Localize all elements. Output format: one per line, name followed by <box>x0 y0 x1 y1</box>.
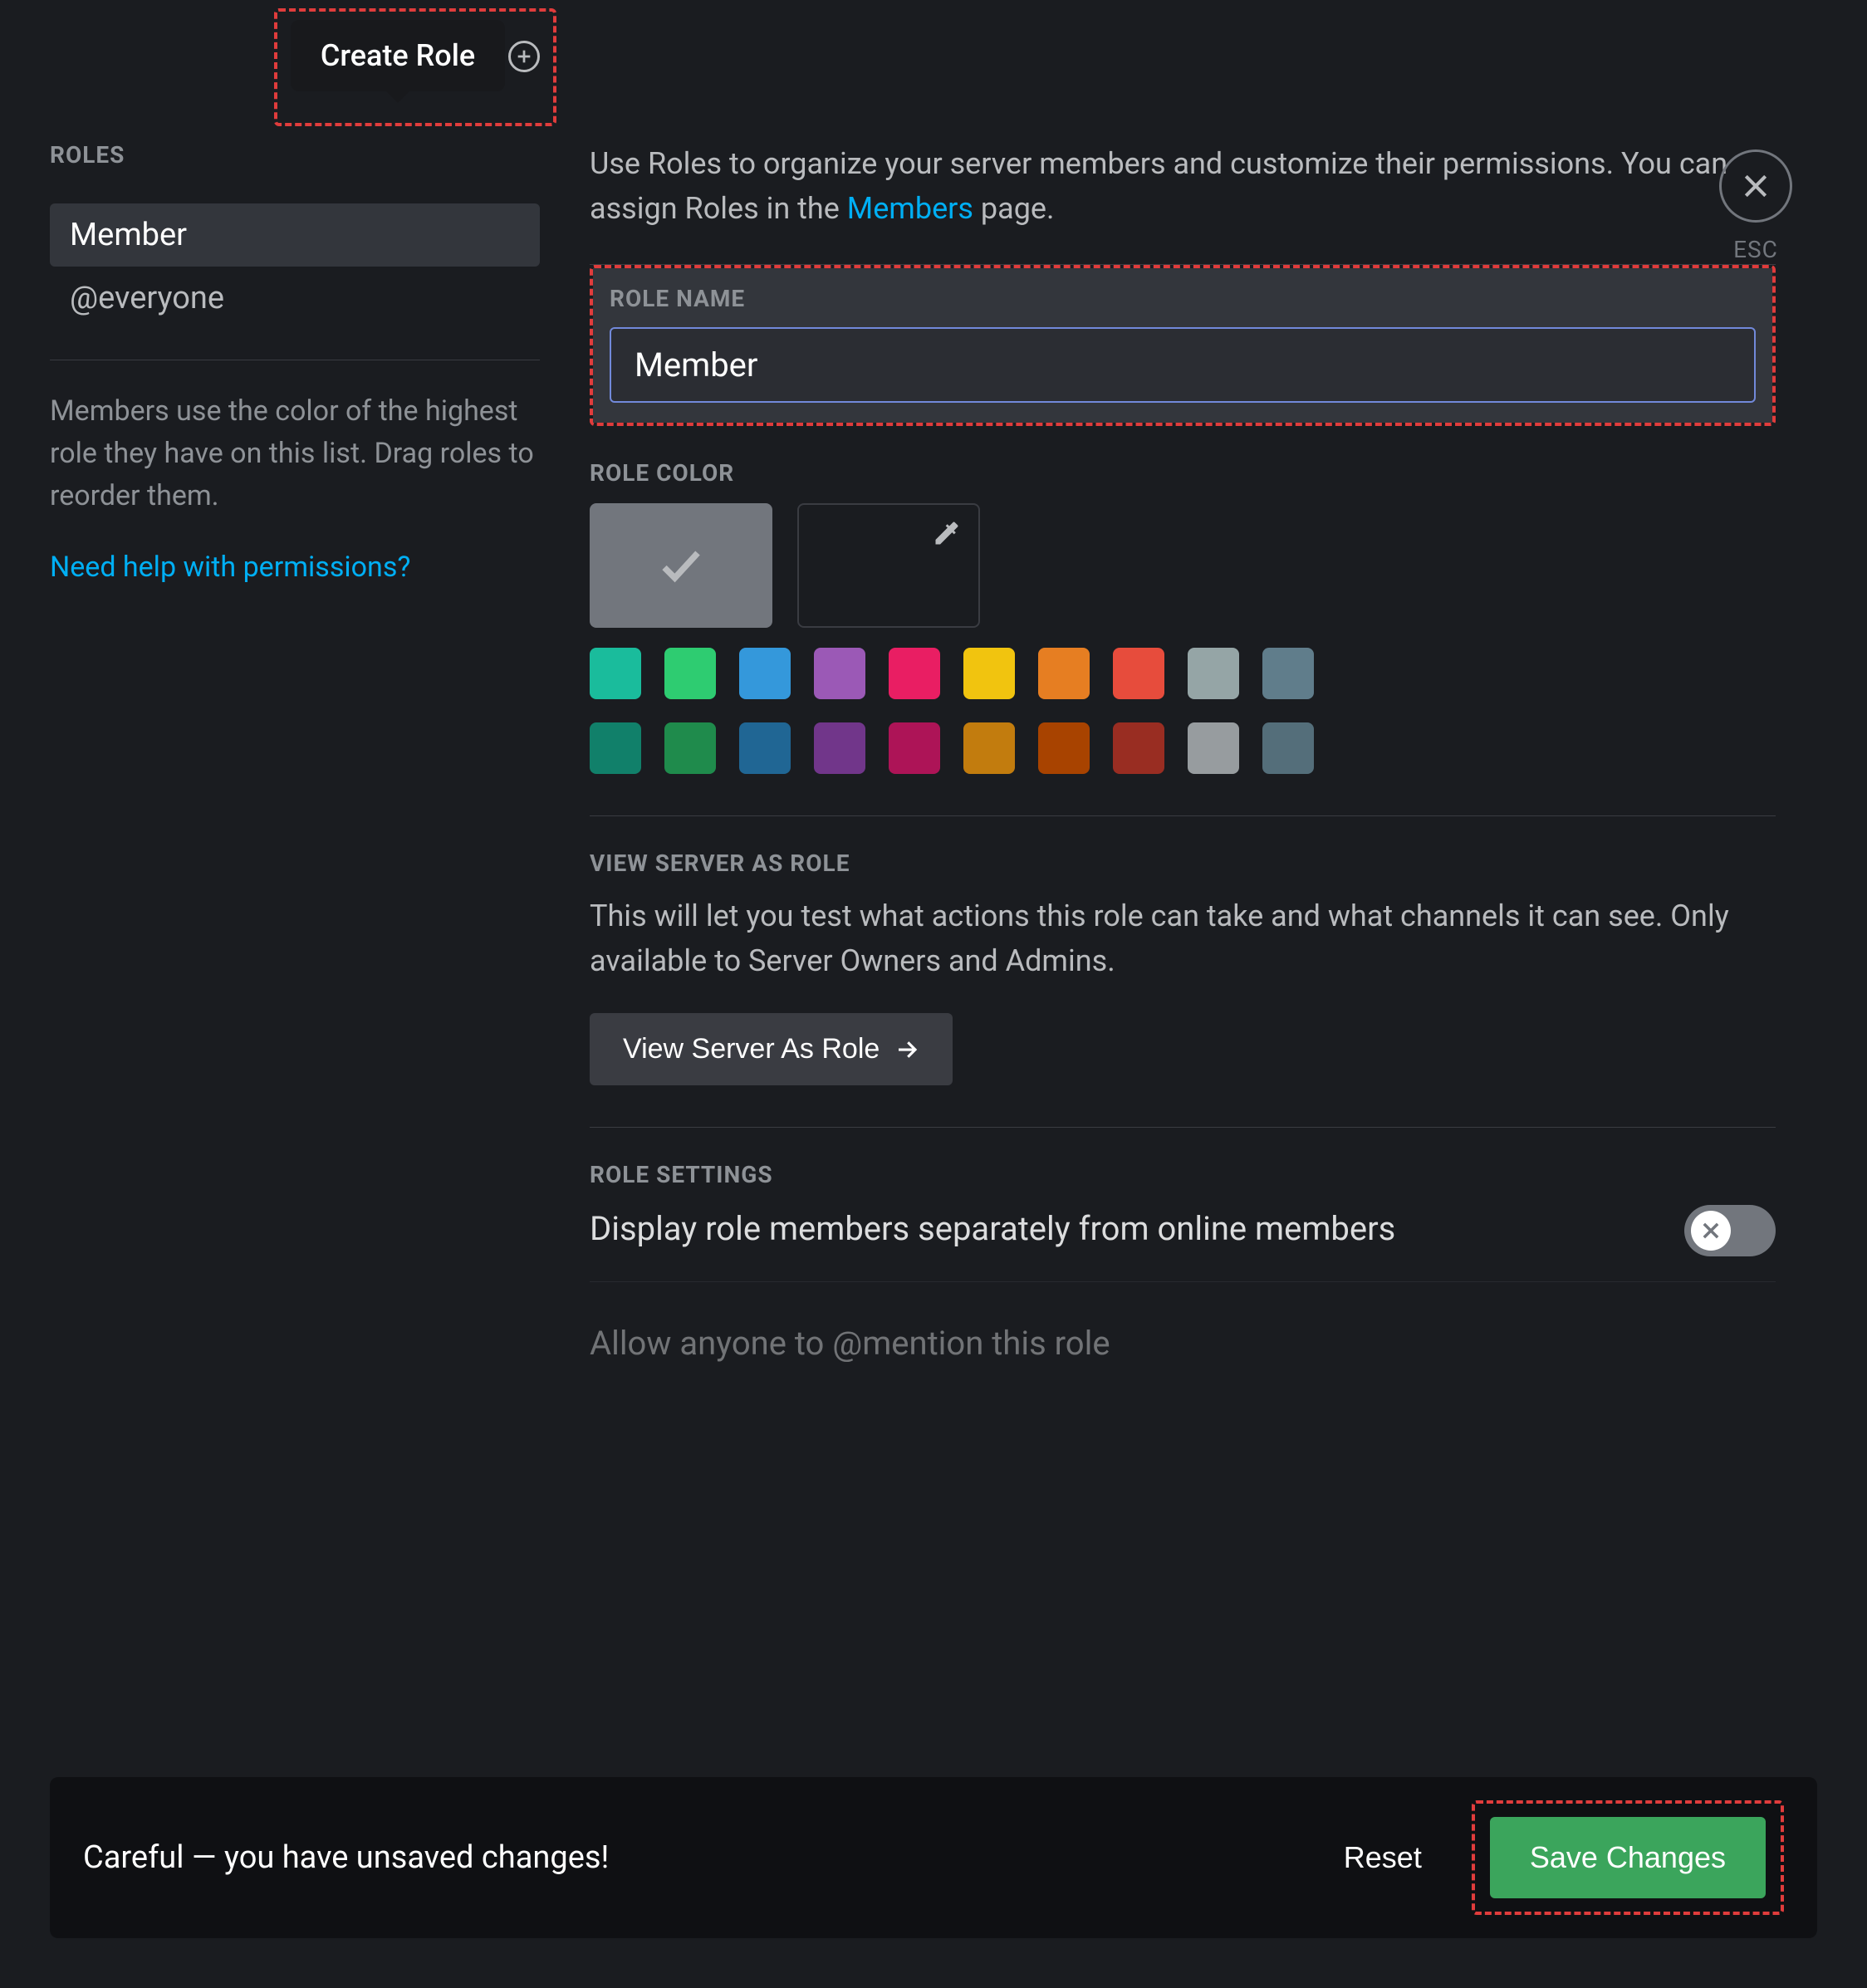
role-name-input[interactable] <box>610 327 1756 403</box>
mention-role-row: Allow anyone to @mention this role <box>590 1281 1776 1363</box>
display-separately-toggle[interactable] <box>1684 1205 1776 1256</box>
view-server-label: VIEW SERVER AS ROLE <box>590 850 1776 877</box>
intro-text: Use Roles to organize your server member… <box>590 141 1776 231</box>
color-swatch[interactable] <box>664 722 716 774</box>
color-swatch[interactable] <box>1188 722 1239 774</box>
members-link[interactable]: Members <box>847 191 973 226</box>
add-role-icon[interactable] <box>508 41 540 72</box>
color-swatch[interactable] <box>963 648 1015 699</box>
color-swatch[interactable] <box>739 722 791 774</box>
create-role-highlight: Create Role <box>274 8 556 126</box>
close-button[interactable] <box>1719 149 1792 223</box>
color-swatch[interactable] <box>664 648 716 699</box>
sidebar-title: ROLES <box>50 141 125 169</box>
roles-sidebar: ROLES Create Role Member @everyone Membe… <box>50 42 540 1404</box>
esc-label: ESC <box>1719 236 1792 263</box>
close-icon <box>1739 169 1772 203</box>
color-swatch[interactable] <box>739 648 791 699</box>
color-swatch[interactable] <box>1038 648 1090 699</box>
permissions-help-link[interactable]: Need help with permissions? <box>50 551 410 584</box>
intro-post: page. <box>973 191 1055 226</box>
color-swatch[interactable] <box>814 722 865 774</box>
color-swatch[interactable] <box>963 722 1015 774</box>
color-swatch[interactable] <box>1262 648 1314 699</box>
color-swatch[interactable] <box>590 722 641 774</box>
sidebar-help-text: Members use the color of the highest rol… <box>50 390 540 517</box>
role-edit-main: Use Roles to organize your server member… <box>590 42 1825 1404</box>
unsaved-text: Careful — you have unsaved changes! <box>83 1839 1294 1876</box>
color-swatch[interactable] <box>1038 722 1090 774</box>
color-swatch[interactable] <box>1188 648 1239 699</box>
arrow-right-icon <box>894 1037 919 1062</box>
check-icon <box>656 541 706 590</box>
role-color-label: ROLE COLOR <box>590 459 1776 487</box>
color-swatches <box>590 648 1776 774</box>
color-swatch[interactable] <box>889 722 940 774</box>
role-name-highlight: ROLE NAME <box>590 265 1776 426</box>
role-name-label: ROLE NAME <box>610 285 1756 312</box>
color-swatch[interactable] <box>814 648 865 699</box>
create-role-tooltip: Create Role <box>291 20 505 91</box>
intro-pre: Use Roles to organize your server member… <box>590 146 1727 226</box>
color-default[interactable] <box>590 503 772 628</box>
unsaved-changes-bar: Careful — you have unsaved changes! Rese… <box>50 1777 1817 1938</box>
color-swatch[interactable] <box>590 648 641 699</box>
view-server-desc: This will let you test what actions this… <box>590 894 1776 983</box>
close-settings: ESC <box>1719 149 1792 263</box>
color-swatch[interactable] <box>1262 722 1314 774</box>
color-swatch[interactable] <box>1113 648 1164 699</box>
save-changes-button[interactable]: Save Changes <box>1490 1817 1766 1898</box>
color-custom[interactable] <box>797 503 980 628</box>
role-settings-label: ROLE SETTINGS <box>590 1161 1776 1188</box>
save-highlight: Save Changes <box>1472 1800 1784 1915</box>
color-swatch[interactable] <box>1113 722 1164 774</box>
reset-button[interactable]: Reset <box>1319 1824 1447 1892</box>
close-icon <box>1699 1219 1722 1242</box>
view-server-button-label: View Server As Role <box>623 1033 880 1065</box>
display-separately-text: Display role members separately from onl… <box>590 1205 1651 1253</box>
color-swatch[interactable] <box>889 648 940 699</box>
eyedropper-icon <box>932 518 962 551</box>
role-item-member[interactable]: Member <box>50 203 540 267</box>
view-server-as-role-button[interactable]: View Server As Role <box>590 1013 953 1085</box>
role-item-everyone[interactable]: @everyone <box>50 267 540 330</box>
